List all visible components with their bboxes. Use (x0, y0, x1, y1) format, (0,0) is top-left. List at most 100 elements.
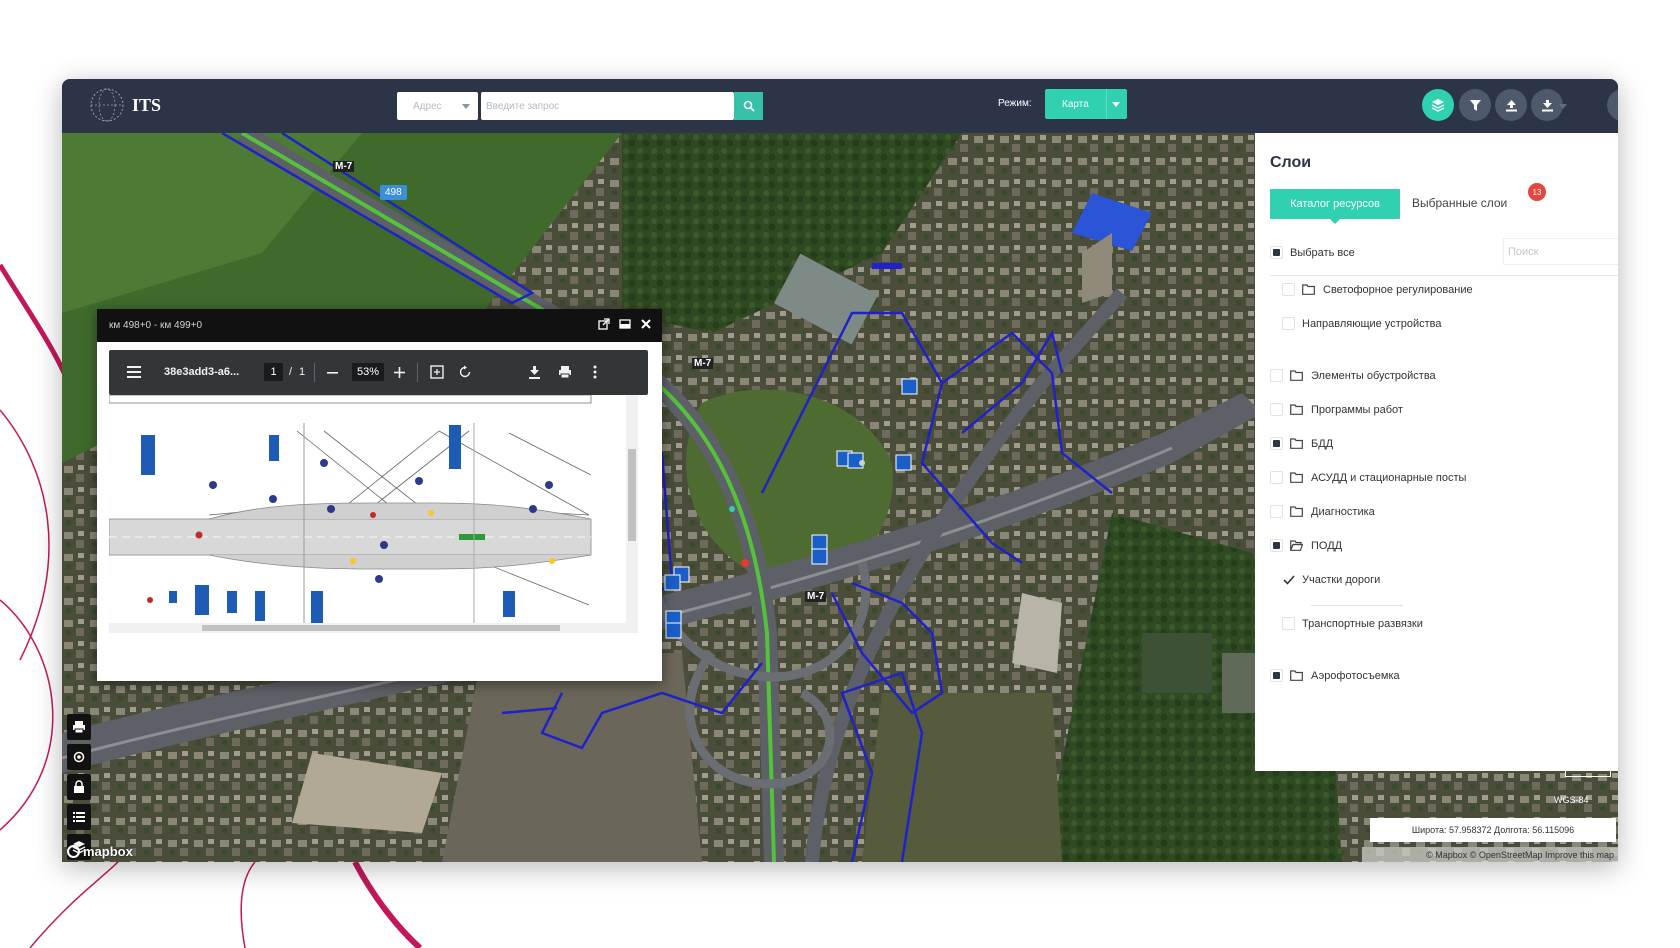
folder-icon (1290, 472, 1303, 483)
layer-item[interactable]: АСУДД и стационарные посты (1270, 471, 1466, 484)
mapbox-logo[interactable]: mapbox (67, 844, 133, 859)
layer-checkbox[interactable] (1270, 437, 1283, 450)
layer-item[interactable]: Транспортные развязки (1282, 617, 1423, 630)
zoom-in-button[interactable] (389, 362, 409, 382)
close-icon[interactable] (640, 318, 652, 330)
search-input[interactable] (481, 92, 734, 120)
layer-item[interactable]: Программы работ (1270, 403, 1403, 416)
chevron-down-icon (1112, 102, 1120, 107)
scroll-thumb[interactable] (628, 449, 636, 541)
user-menu-button[interactable] (1607, 89, 1618, 121)
list-button[interactable] (67, 804, 91, 830)
layer-item[interactable]: ПОДД (1270, 539, 1342, 552)
rotate-button[interactable] (455, 362, 475, 382)
layer-checkbox[interactable] (1282, 317, 1295, 330)
layer-checkbox[interactable] (1282, 283, 1295, 296)
search-icon (743, 100, 755, 112)
layer-checkbox[interactable] (1270, 403, 1283, 416)
layer-item[interactable]: Элементы обустройства (1270, 369, 1436, 382)
page-number-input[interactable]: 1 (264, 363, 283, 381)
tab-label: Каталог ресурсов (1290, 198, 1380, 210)
download-pdf-button[interactable] (524, 362, 544, 382)
mode-label: Режим: (998, 98, 1032, 109)
upload-button[interactable] (1495, 89, 1527, 121)
print-pdf-button[interactable] (555, 362, 575, 382)
layer-checkbox[interactable] (1270, 539, 1283, 552)
page-separator: / (289, 366, 293, 378)
layer-label: Программы работ (1311, 403, 1403, 416)
layer-label: Элементы обустройства (1311, 369, 1436, 382)
select-all-row[interactable]: Выбрать все (1270, 246, 1355, 259)
mapbox-icon (67, 845, 80, 858)
rule-button[interactable] (67, 774, 91, 800)
folder-open-icon (1290, 540, 1303, 551)
zoom-level-input[interactable]: 53% (352, 363, 384, 381)
layer-checkbox-checked[interactable] (1282, 573, 1295, 586)
layer-label: Диагностика (1311, 505, 1375, 518)
attribution-text[interactable]: © Mapbox © OpenStreetMap Improve this ma… (1426, 850, 1614, 860)
locate-button[interactable] (67, 744, 91, 770)
layer-item[interactable]: БДД (1270, 437, 1333, 450)
minimize-icon[interactable] (619, 318, 631, 330)
layer-item[interactable]: Направляющие устройства (1282, 317, 1442, 330)
filter-button[interactable] (1459, 89, 1491, 121)
top-bar: ITS Адрес Режим: Карта (62, 79, 1618, 133)
address-type-select[interactable]: Адрес (397, 92, 478, 120)
print-button[interactable] (67, 714, 91, 740)
road-label: М-7 (805, 591, 827, 602)
logo-text: ITS (132, 94, 162, 115)
download-icon (1541, 99, 1553, 111)
menu-icon (127, 366, 141, 378)
download-icon (528, 365, 540, 379)
layer-label: Светофорное регулирование (1323, 283, 1473, 296)
logo[interactable]: ITS (88, 86, 161, 124)
folder-icon (1290, 670, 1303, 681)
locate-icon (73, 751, 85, 763)
tab-resource-catalog[interactable]: Каталог ресурсов (1270, 189, 1400, 224)
select-all-checkbox[interactable] (1270, 246, 1283, 259)
scroll-thumb[interactable] (202, 625, 560, 631)
open-external-icon[interactable] (598, 318, 610, 330)
print-icon (73, 721, 85, 734)
km-marker[interactable]: 498 (380, 185, 407, 200)
layer-checkbox[interactable] (1282, 617, 1295, 630)
pdf-page-view[interactable] (109, 395, 626, 633)
pdf-toolbar: 38e3add3-a6... 1 / 1 53% (109, 350, 648, 395)
chevron-down-icon (462, 104, 470, 109)
layer-search-input[interactable] (1503, 238, 1618, 265)
list-icon (73, 812, 85, 822)
pdf-horizontal-scrollbar[interactable] (109, 623, 626, 633)
layer-item[interactable]: Светофорное регулирование (1282, 283, 1473, 296)
layer-label: БДД (1311, 437, 1334, 450)
user-icon (1617, 109, 1618, 112)
chevron-down-icon (1559, 104, 1567, 109)
layer-item[interactable]: Аэрофотосъемка (1270, 669, 1400, 682)
layer-item[interactable]: Диагностика (1270, 505, 1375, 518)
search-button[interactable] (734, 92, 763, 120)
menu-button[interactable] (124, 362, 144, 382)
document-viewer: км 498+0 - км 499+0 38e3add3-a6... 1 / 1 (97, 309, 662, 681)
layer-checkbox[interactable] (1270, 669, 1283, 682)
tab-pointer (1330, 219, 1340, 224)
layer-checkbox[interactable] (1270, 471, 1283, 484)
layers-button[interactable] (1422, 89, 1454, 121)
folder-icon (1302, 284, 1315, 295)
road-label: М-7 (692, 358, 714, 369)
zoom-out-button[interactable] (322, 362, 342, 382)
layer-checkbox[interactable] (1270, 369, 1283, 382)
tab-selected-layers[interactable]: Выбранные слои (1412, 196, 1507, 210)
document-title: км 498+0 - км 499+0 (109, 320, 203, 331)
layer-item[interactable]: Участки дороги (1282, 573, 1380, 586)
mode-divider (1106, 89, 1107, 119)
mode-dropdown[interactable]: Карта (1045, 89, 1127, 119)
more-options-button[interactable] (585, 362, 605, 382)
layer-checkbox[interactable] (1270, 505, 1283, 518)
document-viewer-header: км 498+0 - км 499+0 (97, 309, 662, 342)
pdf-vertical-scrollbar[interactable] (626, 395, 638, 633)
mode-value: Карта (1062, 98, 1089, 110)
layer-label: Участки дороги (1302, 573, 1381, 586)
select-all-label: Выбрать все (1290, 246, 1355, 259)
fit-page-button[interactable] (427, 362, 447, 382)
map-attribution[interactable]: © Mapbox © OpenStreetMap Improve this ma… (1362, 847, 1618, 862)
layer-label: Аэрофотосъемка (1311, 669, 1400, 682)
